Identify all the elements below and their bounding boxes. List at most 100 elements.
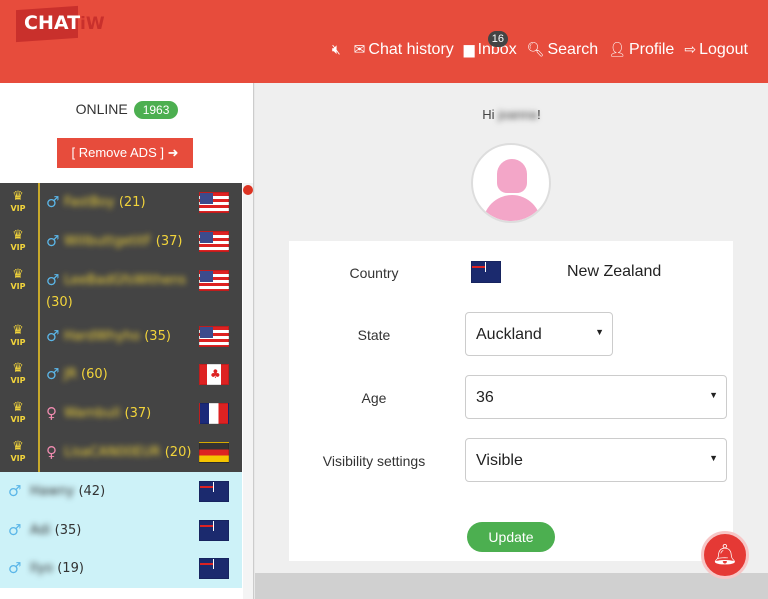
flag-nz-icon: [199, 519, 229, 541]
flag-nz-icon: [199, 558, 229, 580]
visibility-select[interactable]: Visible ▼: [465, 438, 727, 482]
divider: [38, 355, 40, 395]
user-age: (37): [155, 233, 183, 249]
divider: [38, 432, 40, 472]
user-list-item[interactable]: ♂ Adi (35): [0, 510, 242, 550]
comment-icon: ▆: [463, 41, 475, 57]
male-icon: ♂: [46, 326, 60, 345]
user-list-item[interactable]: ♛ VIP ♂ LeeBadGfsWithens (30): [0, 260, 242, 317]
user-age: (35): [54, 522, 82, 538]
user-name: LisaCAN00EUR: [64, 444, 161, 460]
header: CHAT iW 🔇︎ ✉ Chat history ▆ Inbox 16 🔍︎ Searc…: [0, 0, 768, 83]
male-icon: ♂: [8, 559, 22, 578]
user-list-item[interactable]: ♛ VIP ♂ JR (60): [0, 355, 242, 395]
state-label: State: [357, 327, 391, 343]
flag-us-icon: [199, 230, 229, 252]
divider: [38, 316, 40, 356]
user-age: (30): [46, 294, 73, 310]
flag-nz-icon: [199, 480, 229, 502]
bell-icon: 🔔︎: [712, 542, 738, 566]
user-list-item[interactable]: ♛ VIP ♂ FastBoy (21): [0, 183, 242, 222]
nav-search[interactable]: 🔍︎ Search: [527, 41, 598, 59]
caret-down-icon: ▼: [709, 453, 718, 463]
state-select[interactable]: Auckland ▼: [465, 312, 613, 356]
divider: [38, 221, 40, 261]
top-nav: 🔇︎ ✉ Chat history ▆ Inbox 16 🔍︎ Search 👤︎ Pro…: [332, 31, 748, 59]
male-icon: ♂: [8, 481, 22, 500]
caret-down-icon: ▼: [709, 390, 718, 400]
user-list-item[interactable]: ♛ VIP ♀ Wambull (37): [0, 394, 242, 433]
notification-bell-button[interactable]: 🔔︎: [701, 531, 749, 579]
male-icon: ♂: [8, 520, 22, 539]
remove-ads-button[interactable]: [ Remove ADS ] ➜: [57, 138, 193, 168]
vip-crown-icon: ♛ VIP: [10, 438, 26, 463]
username: joanna: [498, 107, 538, 122]
user-name: LeeBadGfsWithens: [64, 272, 187, 288]
nav-chat-history[interactable]: ✉ Chat history: [354, 41, 454, 59]
user-name: WillbuttgetitF: [64, 233, 152, 249]
divider: [38, 183, 40, 222]
vip-crown-icon: ♛ VIP: [10, 189, 26, 213]
nav-logout[interactable]: ⇨ Logout: [684, 41, 748, 59]
age-select[interactable]: 36 ▼: [465, 375, 727, 419]
user-list-item[interactable]: ♂ Hawny (42): [0, 471, 242, 511]
age-label: Age: [361, 390, 387, 406]
nav-profile[interactable]: 👤︎ Profile: [608, 41, 674, 59]
female-icon: ♀: [46, 404, 57, 423]
vip-crown-icon: ♛ VIP: [10, 322, 26, 347]
nav-inbox[interactable]: ▆ Inbox 16: [463, 31, 517, 59]
vip-crown-icon: ♛ VIP: [10, 400, 26, 425]
male-icon: ♂: [46, 193, 60, 211]
flag-us-icon: [199, 192, 229, 213]
user-name: HardWhyho: [64, 328, 141, 344]
user-age: (19): [57, 561, 84, 577]
country-value: New Zealand: [567, 263, 662, 280]
user-name: Wambull: [64, 406, 121, 422]
greeting: Hi joanna!: [482, 107, 541, 122]
flag-fr-icon: [199, 403, 229, 425]
country-label: Country: [349, 265, 399, 281]
logo[interactable]: CHAT iW: [16, 5, 106, 44]
user-name: JR: [64, 367, 77, 383]
mute-button[interactable]: 🔇︎: [332, 41, 344, 59]
vip-crown-icon: ♛ VIP: [10, 361, 26, 386]
flag-us-icon: [199, 325, 229, 347]
footer: [255, 573, 768, 599]
avatar[interactable]: [471, 143, 551, 223]
vip-crown-icon: ♛ VIP: [10, 266, 26, 291]
scrollbar[interactable]: [243, 183, 253, 599]
caret-down-icon: ▼: [595, 327, 604, 337]
visibility-label: Visibility settings: [322, 453, 426, 469]
user-list-item[interactable]: ♛ VIP ♂ HardWhyho (35): [0, 316, 242, 356]
user-age: (21): [118, 195, 146, 210]
user-list-item[interactable]: ♛ VIP ♀ LisaCAN00EUR (20): [0, 432, 242, 472]
flag-ca-icon: [199, 364, 229, 386]
user-list-item[interactable]: ♂ Ilyo (19): [0, 549, 242, 589]
online-count: 1963: [133, 101, 179, 119]
user-name: Hawny: [30, 483, 75, 499]
profile-form: Country New Zealand State Auckland ▼ Age …: [289, 241, 733, 561]
user-list: ♛ VIP ♂ FastBoy (21) ♛ VIP ♂ WillbuttgetitF (37…: [0, 183, 242, 589]
divider: [38, 260, 40, 317]
new-zealand-flag-icon: [471, 261, 501, 283]
inbox-badge: 16: [487, 31, 509, 47]
update-button[interactable]: Update: [467, 522, 555, 552]
envelope-icon: ✉: [353, 41, 366, 57]
profile-panel: Hi joanna! Country New Zealand State Auc…: [255, 83, 768, 573]
arrow-right-icon: ➜: [167, 145, 179, 160]
user-age: (37): [124, 406, 152, 422]
female-icon: ♀: [46, 442, 57, 461]
male-icon: ♂: [46, 231, 60, 250]
user-age: (60): [81, 367, 108, 383]
male-icon: ♂: [46, 270, 60, 289]
user-age: (35): [144, 328, 171, 344]
user-name: Adi: [30, 522, 51, 538]
mute-icon: 🔇︎: [331, 41, 341, 57]
logout-icon: ⇨: [684, 41, 697, 57]
user-age: (20): [164, 444, 192, 460]
user-list-item[interactable]: ♛ VIP ♂ WillbuttgetitF (37): [0, 221, 242, 261]
divider: [38, 394, 40, 433]
sidebar: ONLINE 1963 [ Remove ADS ] ➜ ♛ VIP ♂ FastBoy…: [0, 83, 254, 599]
user-name: Ilyo: [30, 561, 54, 577]
vip-crown-icon: ♛ VIP: [10, 227, 26, 252]
